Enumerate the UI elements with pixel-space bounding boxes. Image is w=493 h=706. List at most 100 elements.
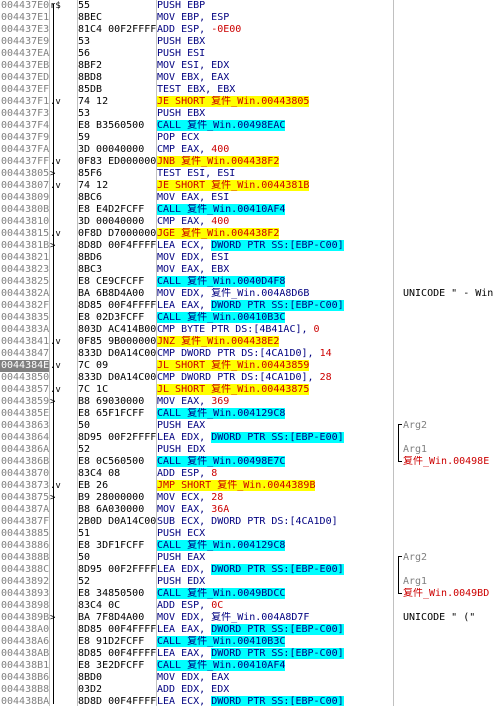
instruction-token: 400 — [211, 216, 230, 227]
instruction-token: MOV EDX, 复件_Win.004A8D7F — [157, 612, 310, 623]
disasm-row[interactable]: 00443823 8BC3 MOV EAX, EBX — [0, 264, 493, 276]
instruction-token: MOV EAX, — [157, 504, 212, 515]
disasm-row[interactable]: 0044387A B8 6A030000 MOV EAX, 36A — [0, 504, 493, 516]
disasm-row[interactable]: 0044382F 8D85 00F4FFFF LEA EAX, DWORD PTR … — [0, 300, 493, 312]
instruction-cell: LEA EAX, DWORD PTR SS:[EBP-C00] — [157, 648, 344, 660]
disasm-row[interactable]: 004437E3 81C4 00F2FFFF ADD ESP, -0E00 — [0, 24, 493, 36]
column-divider — [49, 0, 50, 706]
hex-bytes-cell: 03D2 — [78, 684, 103, 695]
disasm-row[interactable]: 0044388B 50 PUSH EAX Arg2 — [0, 552, 493, 564]
disassembly-pane[interactable]: 004437E0 r$ 55 PUSH EBP 004437E1 8BEC MOV EBP,… — [0, 0, 493, 706]
instruction-cell: PUSH EDX — [157, 576, 205, 588]
disasm-row[interactable]: 004437F3 53 PUSH EBX — [0, 108, 493, 120]
disasm-row[interactable]: 00443835 E8 02D3FCFF CALL 复件_Win.00410B3C — [0, 312, 493, 324]
instruction-cell: CALL 复件_Win.004129C8 — [157, 540, 286, 552]
disasm-row[interactable]: 0044383A 803D AC414B00 CMP BYTE PTR DS:[4B… — [0, 324, 493, 336]
disasm-row[interactable]: 00443807 .v 74 12 JE SHORT 复件_Win.0044381B — [0, 180, 493, 192]
instruction-token: DWORD PTR SS:[EBP-C00] — [211, 696, 344, 706]
disasm-row[interactable]: 004437E0 r$ 55 PUSH EBP — [0, 0, 493, 12]
instruction-cell: MOV ECX, 28 — [157, 492, 223, 504]
disasm-row[interactable]: 00443821 8BD6 MOV EDX, ESI — [0, 252, 493, 264]
disasm-row[interactable]: 0044384E .v 7C 09 JL SHORT 复件_Win.00443859 — [0, 360, 493, 372]
disasm-row[interactable]: 004437FA 3D 00040000 CMP EAX, 400 — [0, 144, 493, 156]
instruction-token: 28 — [319, 372, 332, 383]
disasm-row[interactable]: 0044387F 2B0D D0A14C00 SUB ECX, DWORD PTR … — [0, 516, 493, 528]
address-cell: 004438B8 — [1, 684, 49, 695]
disasm-row[interactable]: 00443841 .v 0F85 9B000000 JNZ 复件_Win.004438… — [0, 336, 493, 348]
disasm-row[interactable]: 00443864 8D95 00F2FFFF LEA EDX, DWORD PTR … — [0, 432, 493, 444]
disasm-row[interactable]: 004437EA 56 PUSH ESI — [0, 48, 493, 60]
disasm-row[interactable]: 004437E9 53 PUSH EBX — [0, 36, 493, 48]
disasm-row[interactable]: 004437F9 59 POP ECX — [0, 132, 493, 144]
hex-bytes-cell: 50 — [78, 552, 91, 563]
address-cell: 004438B1 — [1, 660, 49, 671]
disasm-row[interactable]: 00443859>B8 69030000MOV EAX, 369 — [0, 396, 493, 408]
disasm-row[interactable]: 004438AB 8D85 00F4FFFF LEA EAX, DWORD PTR … — [0, 648, 493, 660]
instruction-cell: CALL 复件_Win.00498E7C — [157, 456, 286, 468]
disasm-row[interactable]: 00443886 E8 3DF1FCFF CALL 复件_Win.004129C8 — [0, 540, 493, 552]
disasm-row[interactable]: 004437F1 .v 74 12 JE SHORT 复件_Win.00443805 — [0, 96, 493, 108]
disasm-row[interactable]: 00443898 83C4 0C ADD ESP, 0C — [0, 600, 493, 612]
disasm-row[interactable]: 004438B6 8BD0 MOV EDX, EAX — [0, 672, 493, 684]
hex-bytes-cell: 53 — [78, 36, 91, 47]
instruction-token: ADD ESP, — [157, 468, 212, 479]
address-cell: 00443825 — [1, 276, 49, 287]
disasm-row[interactable]: 00443885 51 PUSH ECX — [0, 528, 493, 540]
instruction-cell: SUB ECX, DWORD PTR DS:[4CA1D0] — [157, 516, 338, 528]
disasm-row[interactable]: 004437F4 E8 B3560500 CALL 复件_Win.00498EAC — [0, 120, 493, 132]
disasm-row[interactable]: 00443892 52 PUSH EDX Arg1 — [0, 576, 493, 588]
disasm-row[interactable]: 004438B8 03D2 ADD EDX, EDX — [0, 684, 493, 696]
disasm-row[interactable]: 004438B1 E8 3E2DFCFF CALL 复件_Win.00410AF4 — [0, 660, 493, 672]
disasm-row[interactable]: 00443809 8BC6 MOV EAX, ESI — [0, 192, 493, 204]
hex-bytes-cell: 833D D0A14C00 — [78, 372, 156, 383]
disasm-row[interactable]: 00443873 .v EB 26 JMP SHORT 复件_Win.0044389B — [0, 480, 493, 492]
disasm-row[interactable]: 00443893 E8 34850500 CALL 复件_Win.0049BDCC 复… — [0, 588, 493, 600]
instruction-token: PUSH EBP — [157, 0, 206, 11]
disasm-row[interactable]: 004438A6 E8 91D2FCFF CALL 复件_Win.00410B3C — [0, 636, 493, 648]
disasm-row[interactable]: 00443857 .v 7C 1C JL SHORT 复件_Win.00443875 — [0, 384, 493, 396]
disasm-row[interactable]: 00443875>B9 28000000MOV ECX, 28 — [0, 492, 493, 504]
instruction-token: CALL 复件_Win.0040D4F8 — [157, 276, 286, 287]
disasm-row[interactable]: 00443863 50 PUSH EAX Arg2 — [0, 420, 493, 432]
disasm-row[interactable]: 00443870 83C4 08 ADD ESP, 8 — [0, 468, 493, 480]
comment-cell: UNICODE " (" — [403, 612, 476, 623]
disasm-row[interactable]: 00443810 3D 00040000 CMP EAX, 400 — [0, 216, 493, 228]
disasm-row[interactable]: 004437FF .v 0F83 ED000000 JNB 复件_Win.004438… — [0, 156, 493, 168]
instruction-token: DWORD PTR SS:[EBP-C00] — [211, 240, 344, 251]
disasm-row[interactable]: 004437EB 8BF2 MOV ESI, EDX — [0, 60, 493, 72]
disasm-row[interactable]: 0044380B E8 E4D2FCFF CALL 复件_Win.00410AF4 — [0, 204, 493, 216]
disasm-row[interactable]: 0044386A 52 PUSH EDX Arg1 — [0, 444, 493, 456]
instruction-token: JNB 复件_Win.004438F2 — [157, 156, 280, 167]
address-cell: 0044388C — [1, 564, 49, 575]
disasm-row[interactable]: 004437EF 85DB TEST EBX, EBX — [0, 84, 493, 96]
disasm-row[interactable]: 00443805>85F6TEST ESI, ESI — [0, 168, 493, 180]
disasm-row[interactable]: 00443825 E8 CE9CFCFF CALL 复件_Win.0040D4F8 — [0, 276, 493, 288]
comment-cell: UNICODE " - Win — [403, 288, 493, 299]
hex-bytes-cell: 8BC6 — [78, 192, 103, 203]
disasm-row[interactable]: 0044385E E8 65F1FCFF CALL 复件_Win.004129C8 — [0, 408, 493, 420]
address-cell: 00443821 — [1, 252, 49, 263]
instruction-cell: CMP DWORD PTR DS:[4CA1D0], 14 — [157, 348, 332, 360]
instruction-token: PUSH EDX — [157, 576, 206, 587]
disasm-row[interactable]: 0044388C 8D95 00F2FFFF LEA EDX, DWORD PTR … — [0, 564, 493, 576]
address-cell: 00443809 — [1, 192, 49, 203]
instruction-cell: PUSH ESI — [157, 48, 205, 60]
disasm-row[interactable]: 004438BA 8D8D 00F4FFFF LEA ECX, DWORD PTR … — [0, 696, 493, 706]
disasm-row[interactable]: 004437E1 8BEC MOV EBP, ESP — [0, 12, 493, 24]
disasm-row[interactable]: 0044389B>BA 7F8D4A00MOV EDX, 复件_Win.004A… — [0, 612, 493, 624]
comment-cell: Arg1 — [403, 444, 428, 455]
disasm-row[interactable]: 00443815 .v 0F8D D7000000 JGE 复件_Win.004438… — [0, 228, 493, 240]
instruction-token: 36A — [211, 504, 230, 515]
disasm-row[interactable]: 00443847 833D D0A14C00 CMP DWORD PTR DS:[4… — [0, 348, 493, 360]
disasm-row[interactable]: 0044381B>8D8D 00F4FFFFLEA ECX, DWORD PTR… — [0, 240, 493, 252]
address-cell: 004437E3 — [1, 24, 49, 35]
disasm-row[interactable]: 004438A0 8D85 00F4FFFF LEA EAX, DWORD PTR … — [0, 624, 493, 636]
disasm-row[interactable]: 004437ED 8BD8 MOV EBX, EAX — [0, 72, 493, 84]
disasm-row[interactable]: 0044386B E8 0C560500 CALL 复件_Win.00498E7C 复… — [0, 456, 493, 468]
address-cell: 0044385E — [1, 408, 49, 419]
instruction-token: JGE 复件_Win.004438F2 — [157, 228, 280, 239]
instruction-cell: CMP DWORD PTR DS:[4CA1D0], 28 — [157, 372, 332, 384]
disasm-row[interactable]: 0044382A BA 6B8D4A00 MOV EDX, 复件_Win.004A8… — [0, 288, 493, 300]
hex-bytes-cell: 85F6 — [78, 168, 103, 179]
disasm-row[interactable]: 00443850 833D D0A14C00 CMP DWORD PTR DS:[4… — [0, 372, 493, 384]
